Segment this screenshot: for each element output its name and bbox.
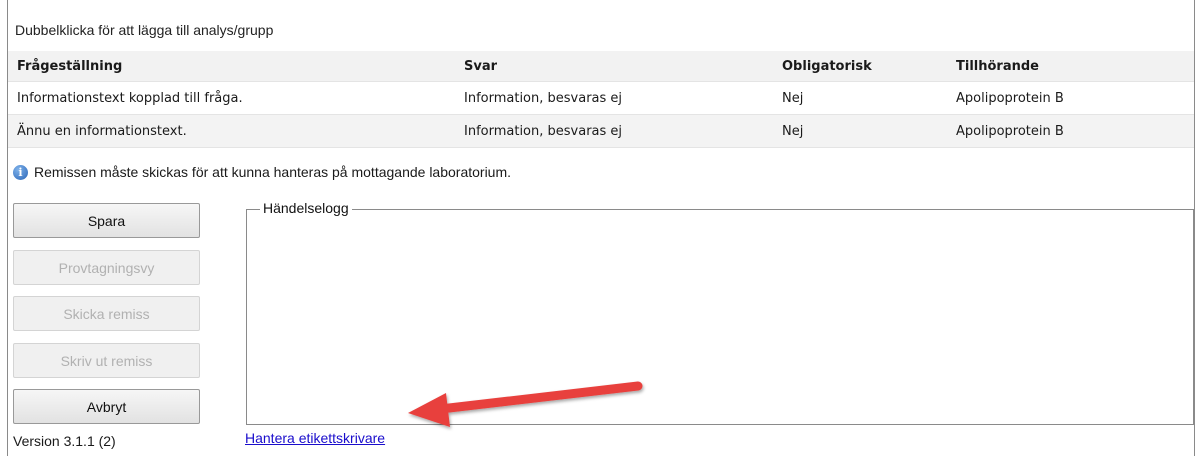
annotation-arrow-icon xyxy=(408,381,643,427)
